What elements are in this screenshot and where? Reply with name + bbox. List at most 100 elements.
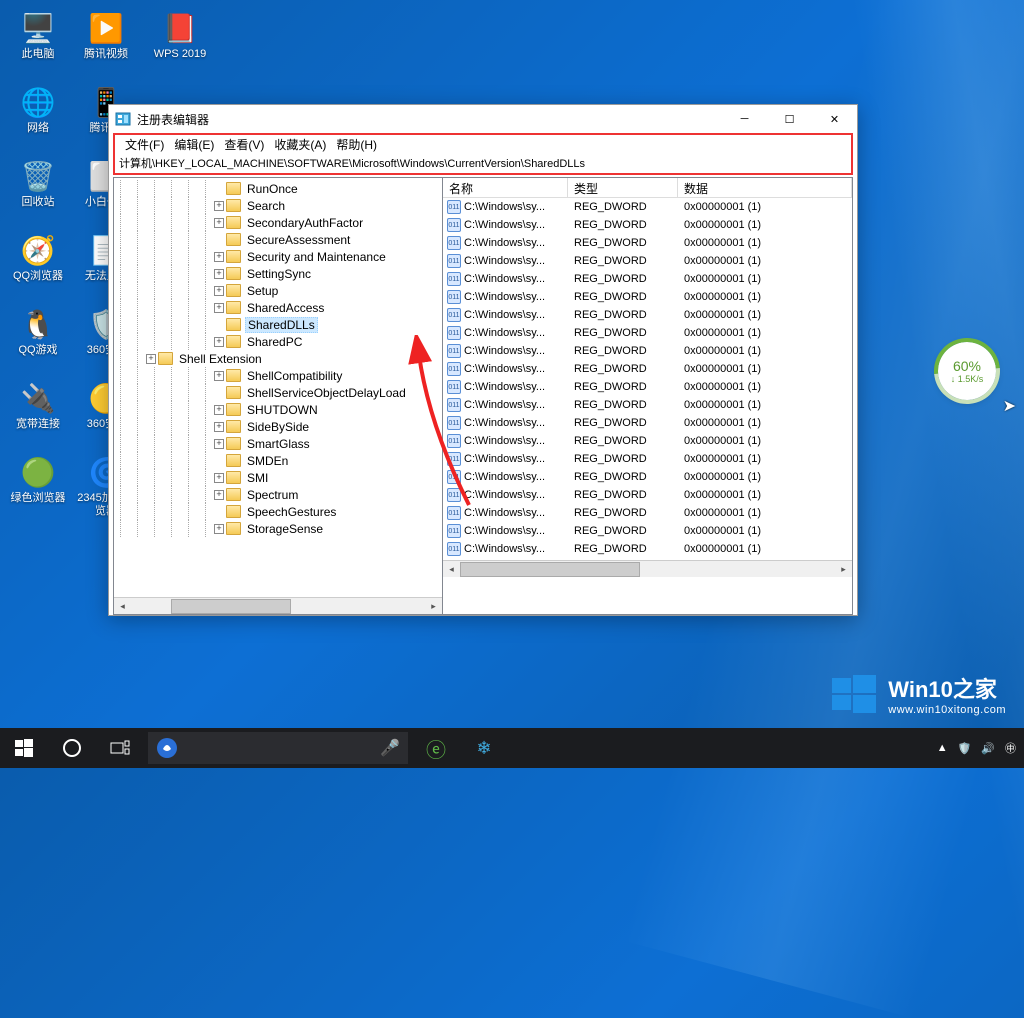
expand-icon[interactable]: +: [214, 439, 224, 449]
hscroll-thumb[interactable]: [171, 599, 291, 614]
list-row[interactable]: 011C:\Windows\sy...REG_DWORD0x00000001 (…: [443, 198, 852, 216]
desktop-icon-wps[interactable]: 📕WPS 2019: [150, 8, 210, 76]
expand-icon[interactable]: +: [214, 303, 224, 313]
minimize-button[interactable]: ─: [722, 105, 767, 133]
list-hscroll[interactable]: ◂ ▸: [443, 560, 852, 577]
expand-icon[interactable]: +: [214, 405, 224, 415]
tree-node[interactable]: +Security and Maintenance: [114, 248, 442, 265]
tree-node[interactable]: SecureAssessment: [114, 231, 442, 248]
taskview-button[interactable]: [96, 728, 144, 768]
tree-node[interactable]: ShellServiceObjectDelayLoad: [114, 384, 442, 401]
col-data[interactable]: 数据: [678, 178, 852, 197]
tree-hscroll[interactable]: ◂ ▸: [114, 597, 442, 614]
scroll-left-icon[interactable]: ◂: [443, 561, 460, 578]
desktop-icon-qqbrowser[interactable]: 🧭QQ浏览器: [8, 230, 68, 298]
scroll-right-icon[interactable]: ▸: [835, 561, 852, 578]
list-row[interactable]: 011C:\Windows\sy...REG_DWORD0x00000001 (…: [443, 522, 852, 540]
list-header[interactable]: 名称 类型 数据: [443, 178, 852, 198]
mic-icon[interactable]: 🎤: [380, 738, 400, 758]
list-row[interactable]: 011C:\Windows\sy...REG_DWORD0x00000001 (…: [443, 360, 852, 378]
expand-icon[interactable]: +: [214, 422, 224, 432]
list-row[interactable]: 011C:\Windows\sy...REG_DWORD0x00000001 (…: [443, 306, 852, 324]
tree-node[interactable]: +StorageSense: [114, 520, 442, 537]
address-input[interactable]: [115, 155, 851, 171]
tree-node[interactable]: +Shell Extension: [114, 350, 442, 367]
tray-volume-icon[interactable]: 🔊: [981, 742, 995, 755]
expand-icon[interactable]: +: [214, 286, 224, 296]
tree-node[interactable]: +SHUTDOWN: [114, 401, 442, 418]
tree-node[interactable]: +SettingSync: [114, 265, 442, 282]
tree-node[interactable]: SharedDLLs: [114, 316, 442, 333]
list-row[interactable]: 011C:\Windows\sy...REG_DWORD0x00000001 (…: [443, 450, 852, 468]
desktop-icon-recycle[interactable]: 🗑️回收站: [8, 156, 68, 224]
list-row[interactable]: 011C:\Windows\sy...REG_DWORD0x00000001 (…: [443, 252, 852, 270]
titlebar[interactable]: 注册表编辑器 ─ ☐ ✕: [109, 105, 857, 133]
list-row[interactable]: 011C:\Windows\sy...REG_DWORD0x00000001 (…: [443, 486, 852, 504]
list-row[interactable]: 011C:\Windows\sy...REG_DWORD0x00000001 (…: [443, 216, 852, 234]
tree-node[interactable]: RunOnce: [114, 180, 442, 197]
tree-node[interactable]: +SecondaryAuthFactor: [114, 214, 442, 231]
list-row[interactable]: 011C:\Windows\sy...REG_DWORD0x00000001 (…: [443, 396, 852, 414]
expand-icon[interactable]: +: [214, 252, 224, 262]
expand-icon[interactable]: +: [214, 490, 224, 500]
expand-icon[interactable]: +: [146, 354, 156, 364]
tree-node[interactable]: +ShellCompatibility: [114, 367, 442, 384]
taskbar-app-store[interactable]: ❄: [460, 728, 508, 768]
list-row[interactable]: 011C:\Windows\sy...REG_DWORD0x00000001 (…: [443, 288, 852, 306]
tray-up-icon[interactable]: ▲: [937, 742, 948, 754]
list-row[interactable]: 011C:\Windows\sy...REG_DWORD0x00000001 (…: [443, 414, 852, 432]
tree-node[interactable]: SpeechGestures: [114, 503, 442, 520]
tray-ime-icon[interactable]: ㊥: [1005, 740, 1016, 756]
tree-pane[interactable]: RunOnce+Search+SecondaryAuthFactorSecure…: [113, 177, 443, 615]
expand-icon[interactable]: +: [214, 371, 224, 381]
list-row[interactable]: 011C:\Windows\sy...REG_DWORD0x00000001 (…: [443, 378, 852, 396]
desktop-icon-qqgame[interactable]: 🐧QQ游戏: [8, 304, 68, 372]
list-row[interactable]: 011C:\Windows\sy...REG_DWORD0x00000001 (…: [443, 432, 852, 450]
col-type[interactable]: 类型: [568, 178, 678, 197]
desktop-icon-pc[interactable]: 🖥️此电脑: [8, 8, 68, 76]
expand-icon[interactable]: +: [214, 201, 224, 211]
menu-item[interactable]: 收藏夹(A): [270, 136, 330, 153]
menu-item[interactable]: 帮助(H): [332, 136, 381, 153]
expand-icon[interactable]: +: [214, 218, 224, 228]
tree-node[interactable]: +Spectrum: [114, 486, 442, 503]
tree-node[interactable]: +SharedAccess: [114, 299, 442, 316]
tree-node[interactable]: +SmartGlass: [114, 435, 442, 452]
expand-icon[interactable]: +: [214, 473, 224, 483]
search-input[interactable]: [186, 741, 372, 755]
tree-node[interactable]: +SMI: [114, 469, 442, 486]
list-row[interactable]: 011C:\Windows\sy...REG_DWORD0x00000001 (…: [443, 504, 852, 522]
taskbar-app-edge[interactable]: ⓔ: [412, 728, 460, 768]
scroll-right-icon[interactable]: ▸: [425, 598, 442, 615]
close-button[interactable]: ✕: [812, 105, 857, 133]
hscroll-thumb[interactable]: [460, 562, 640, 577]
start-button[interactable]: [0, 728, 48, 768]
menu-item[interactable]: 文件(F): [121, 136, 168, 153]
menu-item[interactable]: 查看(V): [220, 136, 268, 153]
list-row[interactable]: 011C:\Windows\sy...REG_DWORD0x00000001 (…: [443, 270, 852, 288]
tree-node[interactable]: +SharedPC: [114, 333, 442, 350]
tree-node[interactable]: +SideBySide: [114, 418, 442, 435]
taskbar-search[interactable]: 🎤: [148, 732, 408, 764]
list-row[interactable]: 011C:\Windows\sy...REG_DWORD0x00000001 (…: [443, 468, 852, 486]
scroll-left-icon[interactable]: ◂: [114, 598, 131, 615]
maximize-button[interactable]: ☐: [767, 105, 812, 133]
col-name[interactable]: 名称: [443, 178, 568, 197]
tree-node[interactable]: SMDEn: [114, 452, 442, 469]
list-row[interactable]: 011C:\Windows\sy...REG_DWORD0x00000001 (…: [443, 342, 852, 360]
list-row[interactable]: 011C:\Windows\sy...REG_DWORD0x00000001 (…: [443, 234, 852, 252]
menu-item[interactable]: 编辑(E): [170, 136, 218, 153]
list-row[interactable]: 011C:\Windows\sy...REG_DWORD0x00000001 (…: [443, 324, 852, 342]
list-row[interactable]: 011C:\Windows\sy...REG_DWORD0x00000001 (…: [443, 540, 852, 558]
perf-gauge[interactable]: 60% ↓ 1.5K/s: [938, 342, 996, 400]
tree-node[interactable]: +Setup: [114, 282, 442, 299]
cortana-button[interactable]: [48, 728, 96, 768]
tray-shield-icon[interactable]: 🛡️: [958, 742, 972, 755]
desktop-icon-tencent-video[interactable]: ▶️腾讯视频: [76, 8, 136, 76]
expand-icon[interactable]: +: [214, 337, 224, 347]
desktop-icon-green[interactable]: 🟢绿色浏览器: [8, 452, 68, 520]
list-pane[interactable]: 名称 类型 数据 011C:\Windows\sy...REG_DWORD0x0…: [443, 177, 853, 615]
tree-node[interactable]: +Search: [114, 197, 442, 214]
desktop-icon-broadband[interactable]: 🔌宽带连接: [8, 378, 68, 446]
desktop-icon-network[interactable]: 🌐网络: [8, 82, 68, 150]
